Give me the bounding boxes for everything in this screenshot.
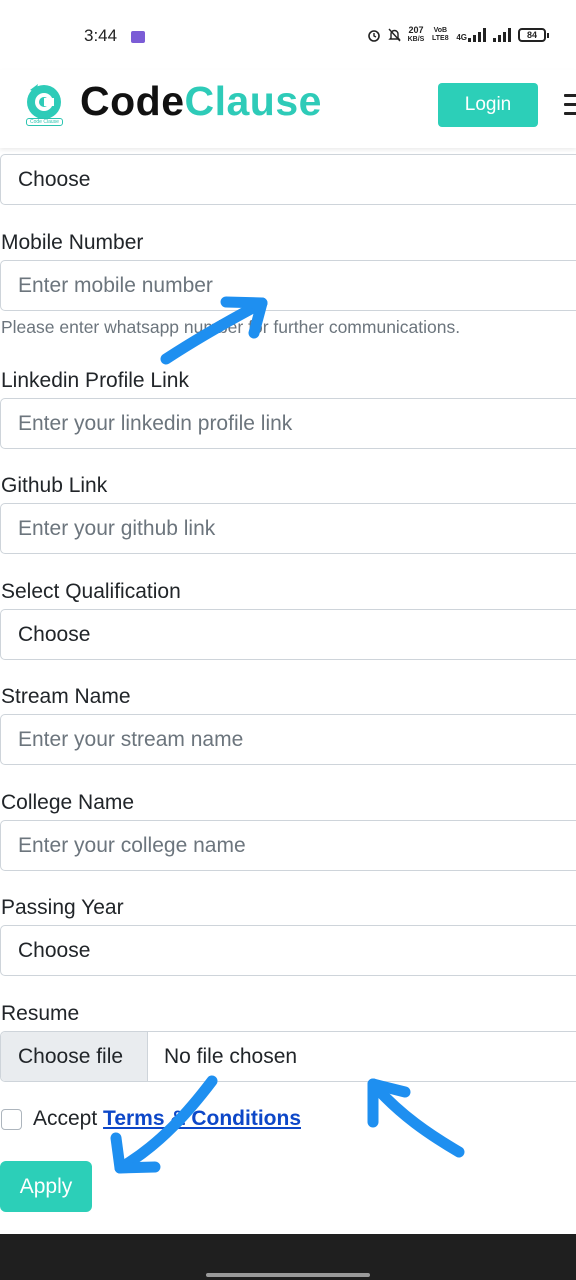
signal-icon-2 [493,28,511,42]
linkedin-label: Linkedin Profile Link [1,369,189,392]
home-indicator[interactable] [206,1273,370,1277]
terms-link[interactable]: Terms & Conditions [103,1107,301,1130]
alarm-icon [367,30,380,42]
qualification-label: Select Qualification [1,580,181,603]
signal-icon [468,28,486,42]
volte-indicator: VoB LTE8 [432,27,449,42]
mobile-help-text: Please enter whatsapp number for further… [1,317,461,337]
battery-icon: 84 [518,28,549,42]
arrow-to-apply-button-head [110,1132,161,1174]
stream-label: Stream Name [1,685,131,708]
accept-terms-label: Accept Terms & Conditions [33,1107,301,1130]
site-header: Code Clause CodeClause Login [0,70,576,148]
login-button[interactable]: Login [438,83,538,127]
mobile-label: Mobile Number [1,231,144,254]
mobile-number-input[interactable]: Enter mobile number [0,260,576,311]
net-speed: 207 KB/S [407,25,425,44]
github-input[interactable]: Enter your github link [0,503,576,554]
passing-year-label: Passing Year [1,896,124,919]
college-label: College Name [1,791,135,814]
resume-label: Resume [1,1002,80,1025]
logo-caption: Code Clause [26,118,63,126]
stream-input[interactable]: Enter your stream name [0,714,576,765]
github-label: Github Link [1,474,108,497]
brand-name[interactable]: CodeClause [80,78,322,125]
brand-part-code: Code [80,78,185,124]
qualification-select[interactable]: Choose [0,609,576,660]
linkedin-input[interactable]: Enter your linkedin profile link [0,398,576,449]
apply-button[interactable]: Apply [0,1161,92,1212]
passing-year-select[interactable]: Choose [0,925,576,976]
unknown-select[interactable]: Choose [0,154,576,205]
hamburger-menu-icon[interactable] [564,94,576,116]
file-status-text: No file chosen [164,1045,298,1068]
network-type: 4G [456,28,486,42]
college-input[interactable]: Enter your college name [0,820,576,871]
brand-part-clause: Clause [184,78,322,124]
resume-file-input[interactable]: Choose file No file chosen [0,1031,576,1082]
status-bar: 3:44 207 KB/S VoB LTE8 4G 84 [0,0,576,70]
mute-bell-icon [387,28,401,42]
accept-terms-checkbox[interactable] [1,1109,22,1130]
status-icons: 207 KB/S VoB LTE8 4G 84 [367,25,549,44]
status-time: 3:44 [84,26,118,45]
arrow-to-file-input [367,1078,465,1158]
notification-app-icon [131,31,145,43]
arrow-to-file-input-head [367,1078,411,1128]
choose-file-button[interactable]: Choose file [1,1032,148,1081]
